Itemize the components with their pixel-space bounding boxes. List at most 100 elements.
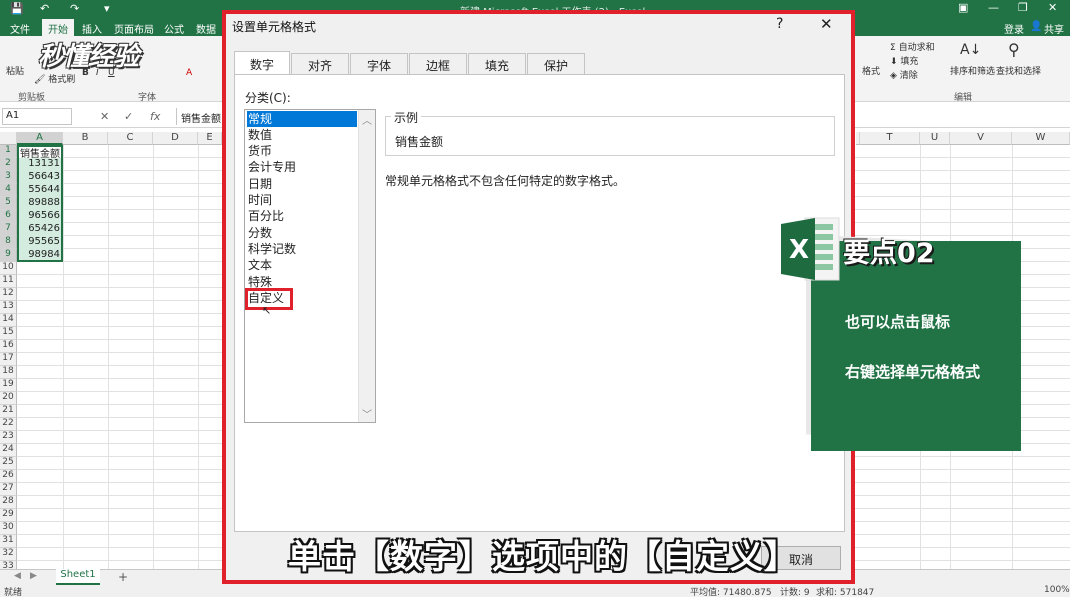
row-header[interactable]: 4: [0, 184, 17, 197]
category-text[interactable]: 文本: [247, 257, 357, 273]
category-list[interactable]: 常规 数值 货币 会计专用 日期 时间 百分比 分数 科学记数 文本 特殊 自定…: [244, 109, 376, 423]
row-header[interactable]: 22: [0, 418, 17, 431]
column-header-w[interactable]: W: [1012, 132, 1070, 145]
column-header-b[interactable]: B: [63, 132, 108, 145]
next-sheet-icon[interactable]: ▶: [30, 571, 37, 581]
tab-page-layout[interactable]: 页面布局: [114, 21, 154, 36]
category-fraction[interactable]: 分数: [247, 225, 357, 241]
ribbon-display-icon[interactable]: ▣: [958, 1, 968, 14]
paste-button[interactable]: 粘贴: [6, 64, 24, 77]
find-select-button[interactable]: 查找和选择: [996, 64, 1041, 77]
row-header[interactable]: 25: [0, 457, 17, 470]
column-header-d[interactable]: D: [153, 132, 198, 145]
row-header[interactable]: 16: [0, 340, 17, 353]
tab-home[interactable]: 开始: [42, 19, 74, 36]
row-header[interactable]: 11: [0, 275, 17, 288]
selection-range: [17, 145, 63, 262]
sheet-tab-sheet1[interactable]: Sheet1: [56, 569, 100, 585]
prev-sheet-icon[interactable]: ◀: [14, 571, 21, 581]
add-sheet-icon[interactable]: +: [118, 570, 128, 584]
category-percentage[interactable]: 百分比: [247, 208, 357, 224]
share-icon[interactable]: 👤: [1030, 21, 1042, 32]
row-header[interactable]: 31: [0, 535, 17, 548]
help-icon[interactable]: ?: [776, 16, 783, 32]
row-header[interactable]: 2: [0, 158, 17, 171]
column-header-e[interactable]: E: [198, 132, 222, 145]
window-close-icon[interactable]: ✕: [1048, 1, 1057, 14]
row-header[interactable]: 32: [0, 548, 17, 561]
tab-number[interactable]: 数字: [234, 51, 290, 75]
tab-fill[interactable]: 填充: [468, 53, 526, 75]
row-header[interactable]: 10: [0, 262, 17, 275]
scroll-down-icon[interactable]: ﹀: [362, 406, 372, 421]
row-header[interactable]: 8: [0, 236, 17, 249]
row-header[interactable]: 18: [0, 366, 17, 379]
tab-border[interactable]: 边框: [409, 53, 467, 75]
category-general[interactable]: 常规: [247, 111, 357, 127]
row-header[interactable]: 3: [0, 171, 17, 184]
category-number[interactable]: 数值: [247, 127, 357, 143]
row-header[interactable]: 17: [0, 353, 17, 366]
close-icon[interactable]: ✕: [820, 15, 833, 33]
row-header[interactable]: 29: [0, 509, 17, 522]
column-header-u[interactable]: U: [920, 132, 950, 145]
format-button[interactable]: 格式: [862, 64, 880, 77]
cancel-entry-icon[interactable]: ✕: [100, 110, 109, 123]
format-painter-button[interactable]: 🖌 格式刷: [34, 72, 75, 85]
category-date[interactable]: 日期: [247, 176, 357, 192]
share-button[interactable]: 共享: [1044, 21, 1064, 36]
column-header-c[interactable]: C: [108, 132, 153, 145]
row-header[interactable]: 21: [0, 405, 17, 418]
category-scrollbar[interactable]: ︿ ﹀: [358, 110, 375, 422]
scroll-up-icon[interactable]: ︿: [362, 112, 372, 127]
column-header-v[interactable]: V: [950, 132, 1012, 145]
row-header[interactable]: 24: [0, 444, 17, 457]
row-header[interactable]: 9: [0, 249, 17, 262]
tab-alignment[interactable]: 对齐: [291, 53, 349, 75]
row-header[interactable]: 12: [0, 288, 17, 301]
clear-button[interactable]: ◈ 清除: [890, 68, 918, 81]
login-link[interactable]: 登录: [1004, 21, 1024, 36]
row-header[interactable]: 15: [0, 327, 17, 340]
select-all-corner[interactable]: [0, 132, 17, 145]
sort-filter-button[interactable]: 排序和筛选: [950, 64, 995, 77]
undo-icon[interactable]: ↶: [40, 2, 49, 15]
row-header[interactable]: 26: [0, 470, 17, 483]
zoom-level[interactable]: 100%: [1044, 585, 1070, 595]
save-icon[interactable]: 💾: [10, 2, 24, 15]
row-header[interactable]: 7: [0, 223, 17, 236]
font-color-button[interactable]: A: [186, 68, 192, 78]
row-header[interactable]: 13: [0, 301, 17, 314]
customize-icon[interactable]: ▾: [104, 2, 110, 15]
autosum-button[interactable]: Σ 自动求和: [890, 40, 935, 53]
tab-protection[interactable]: 保护: [527, 53, 585, 75]
row-header[interactable]: 6: [0, 210, 17, 223]
insert-function-icon[interactable]: fx: [150, 110, 160, 123]
row-header[interactable]: 14: [0, 314, 17, 327]
tab-file[interactable]: 文件: [10, 21, 30, 36]
row-header[interactable]: 19: [0, 379, 17, 392]
row-header[interactable]: 1: [0, 145, 17, 158]
category-currency[interactable]: 货币: [247, 143, 357, 159]
tab-formulas[interactable]: 公式: [164, 21, 184, 36]
fill-button[interactable]: ⬇ 填充: [890, 54, 918, 67]
row-header[interactable]: 30: [0, 522, 17, 535]
category-accounting[interactable]: 会计专用: [247, 159, 357, 175]
row-header[interactable]: 23: [0, 431, 17, 444]
name-box[interactable]: A1: [2, 108, 72, 125]
restore-icon[interactable]: ❐: [1018, 1, 1028, 14]
category-time[interactable]: 时间: [247, 192, 357, 208]
confirm-entry-icon[interactable]: ✓: [124, 110, 133, 123]
redo-icon[interactable]: ↷: [70, 2, 79, 15]
row-header[interactable]: 20: [0, 392, 17, 405]
row-header[interactable]: 5: [0, 197, 17, 210]
tab-data[interactable]: 数据: [196, 21, 216, 36]
row-header[interactable]: 27: [0, 483, 17, 496]
tab-font[interactable]: 字体: [350, 53, 408, 75]
row-header[interactable]: 28: [0, 496, 17, 509]
column-header-t[interactable]: T: [860, 132, 920, 145]
category-scientific[interactable]: 科学记数: [247, 241, 357, 257]
column-header-a[interactable]: A: [17, 132, 63, 145]
minimize-icon[interactable]: —: [988, 1, 999, 14]
tab-insert[interactable]: 插入: [82, 21, 102, 36]
